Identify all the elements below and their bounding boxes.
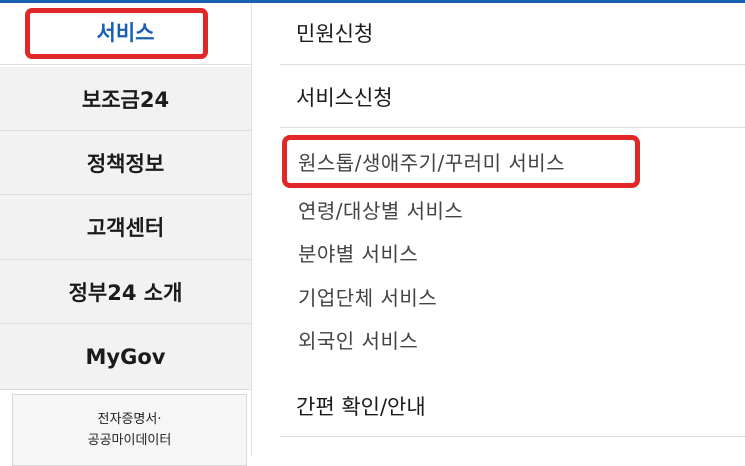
item-foreigner-service[interactable]: 외국인 서비스 — [298, 325, 418, 354]
nav-item-subsidy24[interactable]: 보조금24 — [0, 67, 251, 131]
nav-item-customer-center[interactable]: 고객센터 — [0, 195, 251, 260]
e-certificate-public-mydata-link[interactable]: 전자증명서· 공공마이데이터 — [12, 394, 247, 466]
sub-box-line2: 공공마이데이터 — [87, 433, 172, 448]
item-age-target-service[interactable]: 연령/대상별 서비스 — [298, 195, 463, 224]
left-navigation: 서비스 보조금24 정책정보 고객센터 정부24 소개 MyGov 전자증명서·… — [0, 3, 251, 466]
nav-item-policy-info[interactable]: 정책정보 — [0, 131, 251, 195]
nav-item-label: 서비스 — [96, 20, 155, 45]
heading-civil-application[interactable]: 민원신청 — [296, 18, 373, 48]
nav-item-label: 정책정보 — [86, 151, 165, 176]
heading-service-application[interactable]: 서비스신청 — [296, 82, 393, 112]
nav-item-service[interactable]: 서비스 — [0, 3, 251, 65]
item-onestop-lifecycle-service[interactable]: 원스톱/생애주기/꾸러미 서비스 — [298, 147, 565, 176]
item-field-service[interactable]: 분야별 서비스 — [298, 238, 418, 267]
right-submenu: 민원신청 서비스신청 원스톱/생애주기/꾸러미 서비스 연령/대상별 서비스 분… — [252, 3, 745, 456]
divider — [280, 436, 745, 437]
nav-item-label: 보조금24 — [81, 87, 170, 112]
divider — [280, 64, 745, 65]
divider — [280, 127, 745, 128]
sub-box-line1: 전자증명서· — [97, 412, 162, 427]
nav-item-gov24-intro[interactable]: 정부24 소개 — [0, 260, 251, 324]
heading-simple-check-guide[interactable]: 간편 확인/안내 — [296, 391, 426, 421]
item-business-org-service[interactable]: 기업단체 서비스 — [298, 282, 437, 311]
nav-item-label: MyGov — [85, 344, 166, 369]
nav-item-label: 정부24 소개 — [68, 280, 183, 305]
nav-item-mygov[interactable]: MyGov — [0, 324, 251, 390]
nav-item-label: 고객센터 — [86, 216, 165, 240]
